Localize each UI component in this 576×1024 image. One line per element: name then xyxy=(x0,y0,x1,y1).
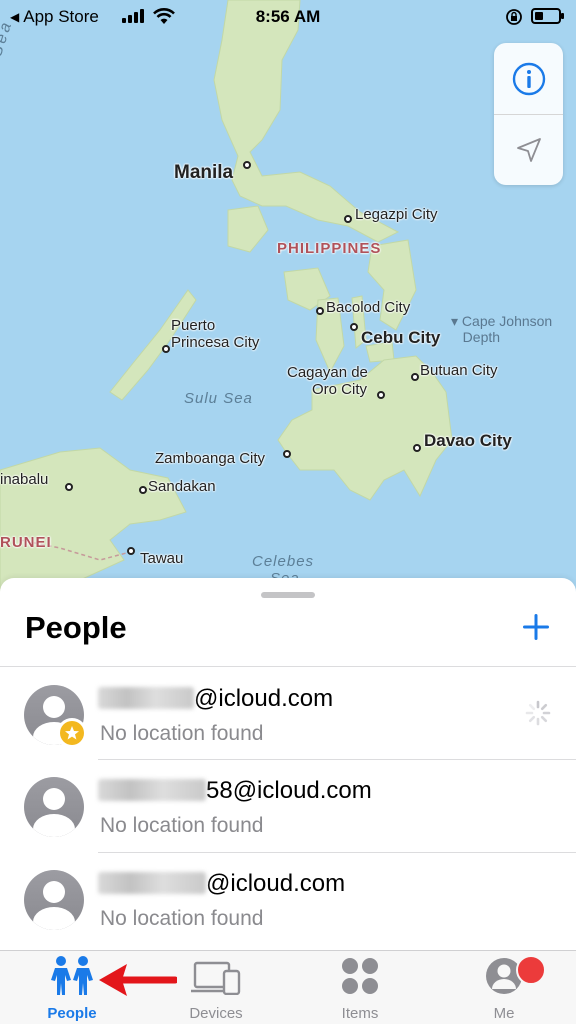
battery-icon xyxy=(531,8,564,24)
sheet-grabber[interactable] xyxy=(261,592,315,598)
philippines-label: PHILIPPINES xyxy=(277,240,382,257)
redacted-username xyxy=(98,687,194,709)
person-name: @icloud.com xyxy=(98,870,345,898)
person-email-domain: @icloud.com xyxy=(194,685,334,712)
tab-me[interactable]: Me xyxy=(432,951,576,1024)
map-landmass xyxy=(0,0,453,620)
devices-icon xyxy=(191,961,241,995)
loading-spinner-icon xyxy=(525,700,551,726)
tab-label: Items xyxy=(341,1005,379,1022)
tab-label: People xyxy=(47,1005,97,1022)
people-list: @icloud.com No location found 58@icloud.… xyxy=(0,666,576,945)
annotation-arrow-icon xyxy=(99,964,177,996)
person-status: No location found xyxy=(100,814,264,837)
sheet-title: People xyxy=(25,610,127,645)
manila-label: Manila xyxy=(174,162,234,183)
rotation-lock-icon xyxy=(506,9,522,25)
items-icon xyxy=(342,958,378,994)
redacted-username xyxy=(98,779,206,801)
person-email-domain: @icloud.com xyxy=(206,870,346,897)
notification-badge xyxy=(516,955,546,985)
cebu-dot xyxy=(350,323,358,331)
map-controls xyxy=(494,43,563,185)
cape-johnson-line-1: Cape Johnson xyxy=(461,313,553,329)
status-bar: ◀ App Store 8:56 AM xyxy=(0,0,576,34)
battery-fill xyxy=(535,12,543,20)
tab-label: Me xyxy=(493,1005,515,1022)
bacolod-dot xyxy=(316,307,324,315)
cape-johnson-line-2: Depth xyxy=(462,329,501,345)
tawau-dot xyxy=(127,547,135,555)
sandakan-label: Sandakan xyxy=(148,478,216,495)
list-item[interactable]: @icloud.com No location found xyxy=(0,852,576,945)
clock: 8:56 AM xyxy=(255,7,321,26)
legazpi-dot xyxy=(344,215,352,223)
map-view[interactable]: Manila Legazpi City PHILIPPINES Bacolod … xyxy=(0,0,576,620)
cebu-label: Cebu City xyxy=(361,328,441,347)
davao-label: Davao City xyxy=(424,431,512,450)
cagayan-dot xyxy=(377,391,385,399)
tab-items[interactable]: Items xyxy=(288,951,432,1024)
current-location-button[interactable] xyxy=(494,114,563,185)
celebes-label: Celebes xyxy=(252,553,315,570)
cagayan-label-2: Oro City xyxy=(312,381,368,398)
kinabalu-dot xyxy=(65,483,73,491)
butuan-dot xyxy=(411,373,419,381)
info-button[interactable] xyxy=(494,43,563,114)
favorite-star-icon xyxy=(57,718,87,748)
tab-bar: People Devices Items Me xyxy=(0,950,576,1024)
person-status: No location found xyxy=(100,907,264,930)
list-item[interactable]: @icloud.com No location found xyxy=(0,666,576,759)
location-arrow-icon xyxy=(516,138,541,162)
redacted-username xyxy=(98,872,206,894)
legazpi-label: Legazpi City xyxy=(355,206,438,223)
avatar xyxy=(24,777,84,837)
davao-dot xyxy=(413,444,421,452)
manila-dot xyxy=(243,161,251,169)
sulu-sea-label: Sulu Sea xyxy=(184,390,253,407)
kinabalu-label: inabalu xyxy=(0,471,49,488)
puerto-label-2: Princesa City xyxy=(171,334,260,351)
brunei-label: RUNEI xyxy=(0,534,52,551)
tab-label: Devices xyxy=(189,1005,243,1022)
cagayan-label: Cagayan de xyxy=(287,364,368,381)
cape-johnson-label: ▾ Cape Johnson Depth xyxy=(451,313,553,345)
info-icon xyxy=(512,62,545,95)
sandakan-dot xyxy=(139,486,147,494)
add-person-button[interactable] xyxy=(518,608,554,646)
person-name: 58@icloud.com xyxy=(98,777,372,805)
tawau-label: Tawau xyxy=(140,550,184,567)
plus-icon xyxy=(523,614,549,640)
zamboanga-dot xyxy=(283,450,291,458)
person-email-domain: 58@icloud.com xyxy=(206,777,372,804)
puerto-label: Puerto xyxy=(171,317,216,334)
avatar xyxy=(24,870,84,930)
person-status: No location found xyxy=(100,722,264,745)
puerto-dot xyxy=(162,345,170,353)
person-name: @icloud.com xyxy=(98,685,333,713)
list-item[interactable]: 58@icloud.com No location found xyxy=(0,759,576,852)
people-icon xyxy=(51,956,93,995)
bacolod-label: Bacolod City xyxy=(326,299,411,316)
butuan-label: Butuan City xyxy=(420,362,498,379)
zamboanga-label: Zamboanga City xyxy=(155,450,266,467)
